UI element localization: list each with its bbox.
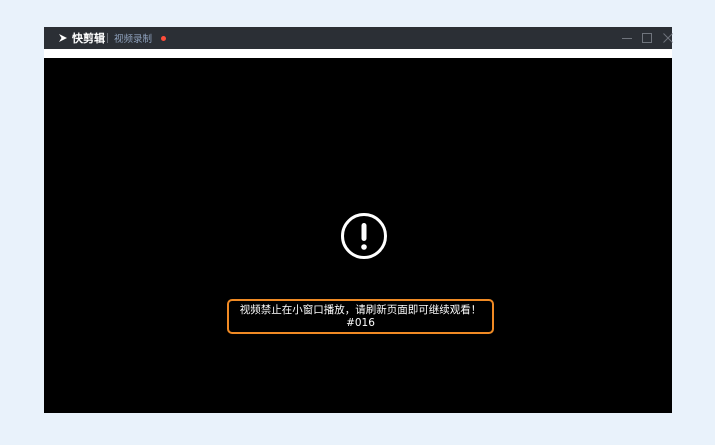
recording-indicator-icon: [161, 36, 166, 41]
title-divider: [107, 33, 108, 43]
toolbar-strip: [44, 49, 672, 58]
tab-video-recording[interactable]: 视频录制: [114, 31, 152, 45]
title-bar[interactable]: 快剪辑 视频录制: [44, 27, 675, 49]
close-button[interactable]: [661, 31, 675, 45]
app-name: 快剪辑: [72, 32, 105, 45]
app-window: 快剪辑 视频录制 视频禁止在小窗口播放，请刷新页面即可继续观看！ #016: [44, 27, 675, 413]
close-icon: [663, 33, 673, 43]
maximize-icon: [642, 33, 652, 43]
error-message-box: 视频禁止在小窗口播放，请刷新页面即可继续观看！ #016: [227, 299, 494, 334]
video-player[interactable]: 视频禁止在小窗口播放，请刷新页面即可继续观看！ #016: [44, 58, 672, 413]
error-code-text: #016: [346, 317, 375, 329]
exclamation-circle-icon: [341, 213, 387, 259]
error-message-text: 视频禁止在小窗口播放，请刷新页面即可继续观看！: [239, 304, 482, 316]
app-logo-icon: [59, 34, 67, 42]
maximize-button[interactable]: [640, 31, 654, 45]
minimize-button[interactable]: [620, 31, 634, 45]
